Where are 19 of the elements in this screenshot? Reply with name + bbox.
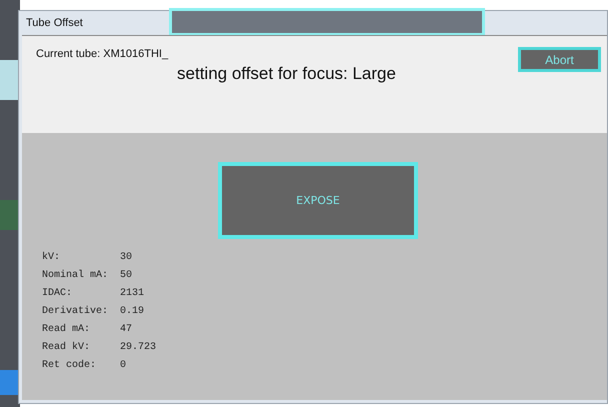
expose-button[interactable]: EXPOSE <box>218 162 418 239</box>
reading-value: 29.723 <box>120 341 156 355</box>
reading-value: 50 <box>120 269 134 283</box>
reading-label: Nominal mA: <box>42 268 110 283</box>
current-tube-label: Current tube: XM1016THI_ <box>36 48 168 60</box>
reading-label: Derivative: <box>42 304 110 319</box>
reading-label: IDAC: <box>42 287 74 301</box>
reading-label: Read kV: <box>42 340 92 355</box>
window-title: Tube Offset <box>26 17 83 29</box>
reading-label: kV: <box>42 250 62 265</box>
reading-value: 30 <box>120 251 134 265</box>
reading-value: 2131 <box>120 287 146 301</box>
reading-value: 47 <box>120 323 134 337</box>
status-message: setting offset for focus: Large <box>177 64 396 84</box>
abort-button[interactable]: Abort <box>518 47 601 72</box>
reading-value: 0.19 <box>120 305 146 319</box>
reading-value: 0 <box>120 359 128 373</box>
reading-label: Read mA: <box>42 322 92 337</box>
reading-label: Ret code: <box>42 358 98 373</box>
